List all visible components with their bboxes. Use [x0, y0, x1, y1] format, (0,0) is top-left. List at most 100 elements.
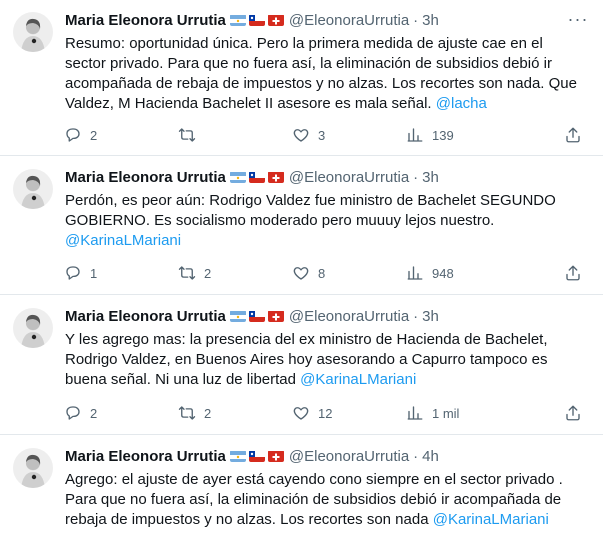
flags: [229, 14, 284, 26]
action-bar: 2 2 12 1 mil: [58, 402, 588, 424]
tweet-feed: Maria Eleonora Urrutia @EleonoraUrrutia …: [0, 0, 603, 539]
separator-dot: ·: [413, 11, 419, 29]
tweet-header: Maria Eleonora Urrutia @EleonoraUrrutia …: [65, 167, 439, 187]
flag-chile-icon: [248, 450, 265, 462]
mention-link[interactable]: @KarinaLMariani: [300, 371, 416, 388]
avatar[interactable]: [13, 12, 53, 52]
more-icon[interactable]: ···: [567, 8, 589, 30]
mention-link[interactable]: @KarinaLMariani: [433, 511, 549, 528]
author-handle[interactable]: @EleonoraUrrutia: [289, 169, 409, 186]
author-handle[interactable]: @EleonoraUrrutia: [289, 308, 409, 325]
flag-chile-icon: [248, 14, 265, 26]
reply-icon: [66, 406, 80, 420]
share-icon: [566, 405, 580, 421]
separator-dot: ·: [413, 307, 419, 325]
like-button[interactable]: 12: [292, 404, 332, 422]
mention-link[interactable]: @lacha: [436, 95, 487, 112]
flag-switzerland-icon: [267, 14, 284, 26]
flag-chile-icon: [248, 171, 265, 183]
avatar[interactable]: [13, 308, 53, 348]
reply-count: 1: [90, 265, 98, 281]
reply-icon: [66, 266, 80, 280]
like-count: 3: [318, 127, 326, 143]
views-icon: [407, 128, 423, 142]
tweet-body: Perdón, es peor aún: Rodrigo Valdez fue …: [65, 192, 556, 229]
reply-count: 2: [90, 127, 98, 143]
flag-switzerland-icon: [267, 310, 284, 322]
tweet[interactable]: Maria Eleonora Urrutia @EleonoraUrrutia …: [0, 157, 603, 295]
like-icon: [293, 267, 309, 280]
retweet-icon: [178, 406, 196, 420]
views-button[interactable]: 1 mil: [406, 404, 459, 422]
retweet-icon: [178, 266, 196, 280]
like-icon: [293, 129, 309, 142]
retweet-button[interactable]: 2: [178, 404, 211, 422]
views-count: 1 mil: [432, 405, 460, 421]
flag-chile-icon: [248, 310, 265, 322]
mention-link[interactable]: @KarinaLMariani: [65, 232, 181, 249]
action-bar: 2 3 139: [58, 124, 588, 146]
flags: [229, 310, 284, 322]
avatar[interactable]: [13, 448, 53, 488]
separator-dot: ·: [413, 447, 419, 465]
tweet-header: Maria Eleonora Urrutia @EleonoraUrrutia …: [65, 306, 439, 326]
tweet-header: Maria Eleonora Urrutia @EleonoraUrrutia …: [65, 10, 439, 30]
flag-switzerland-icon: [267, 171, 284, 183]
views-button[interactable]: 139: [406, 126, 454, 144]
timestamp[interactable]: 3h: [422, 169, 439, 186]
retweet-count: 2: [204, 265, 212, 281]
share-icon: [566, 265, 580, 281]
flag-switzerland-icon: [267, 450, 284, 462]
author-name[interactable]: Maria Eleonora Urrutia: [65, 12, 226, 29]
reply-count: 2: [90, 405, 98, 421]
author-handle[interactable]: @EleonoraUrrutia: [289, 448, 409, 465]
views-icon: [407, 266, 423, 280]
retweet-button[interactable]: [178, 126, 204, 144]
reply-button[interactable]: 2: [64, 404, 97, 422]
views-count: 948: [432, 265, 454, 281]
tweet-text: Y les agrego mas: la presencia del ex mi…: [65, 330, 585, 390]
author-name[interactable]: Maria Eleonora Urrutia: [65, 169, 226, 186]
reply-icon: [66, 128, 80, 142]
tweet-body: Resumo: oportunidad única. Pero la prime…: [65, 35, 577, 112]
like-count: 12: [318, 405, 333, 421]
share-button[interactable]: [564, 404, 582, 422]
action-bar: 1 2 8 948: [58, 262, 588, 284]
share-icon: [566, 127, 580, 143]
like-button[interactable]: 8: [292, 264, 325, 282]
tweet[interactable]: Maria Eleonora Urrutia @EleonoraUrrutia …: [0, 0, 603, 156]
share-button[interactable]: [564, 126, 582, 144]
flag-argentina-icon: [229, 171, 246, 183]
share-button[interactable]: [564, 264, 582, 282]
author-handle[interactable]: @EleonoraUrrutia: [289, 12, 409, 29]
author-name[interactable]: Maria Eleonora Urrutia: [65, 448, 226, 465]
tweet-text: Agrego: el ajuste de ayer está cayendo c…: [65, 470, 585, 530]
retweet-icon: [178, 128, 196, 142]
flag-argentina-icon: [229, 450, 246, 462]
flags: [229, 450, 284, 462]
timestamp[interactable]: 4h: [422, 448, 439, 465]
like-button[interactable]: 3: [292, 126, 325, 144]
views-button[interactable]: 948: [406, 264, 454, 282]
retweet-button[interactable]: 2: [178, 264, 211, 282]
flags: [229, 171, 284, 183]
like-count: 8: [318, 265, 326, 281]
tweet-header: Maria Eleonora Urrutia @EleonoraUrrutia …: [65, 446, 439, 466]
views-icon: [407, 406, 423, 420]
tweet-text: Perdón, es peor aún: Rodrigo Valdez fue …: [65, 191, 585, 251]
flag-argentina-icon: [229, 310, 246, 322]
avatar[interactable]: [13, 169, 53, 209]
retweet-count: 2: [204, 405, 212, 421]
tweet-text: Resumo: oportunidad única. Pero la prime…: [65, 34, 585, 114]
timestamp[interactable]: 3h: [422, 12, 439, 29]
views-count: 139: [432, 127, 454, 143]
tweet[interactable]: Maria Eleonora Urrutia @EleonoraUrrutia …: [0, 436, 603, 539]
separator-dot: ·: [413, 168, 419, 186]
timestamp[interactable]: 3h: [422, 308, 439, 325]
flag-argentina-icon: [229, 14, 246, 26]
like-icon: [293, 407, 309, 420]
reply-button[interactable]: 1: [64, 264, 97, 282]
reply-button[interactable]: 2: [64, 126, 97, 144]
author-name[interactable]: Maria Eleonora Urrutia: [65, 308, 226, 325]
tweet[interactable]: Maria Eleonora Urrutia @EleonoraUrrutia …: [0, 296, 603, 435]
